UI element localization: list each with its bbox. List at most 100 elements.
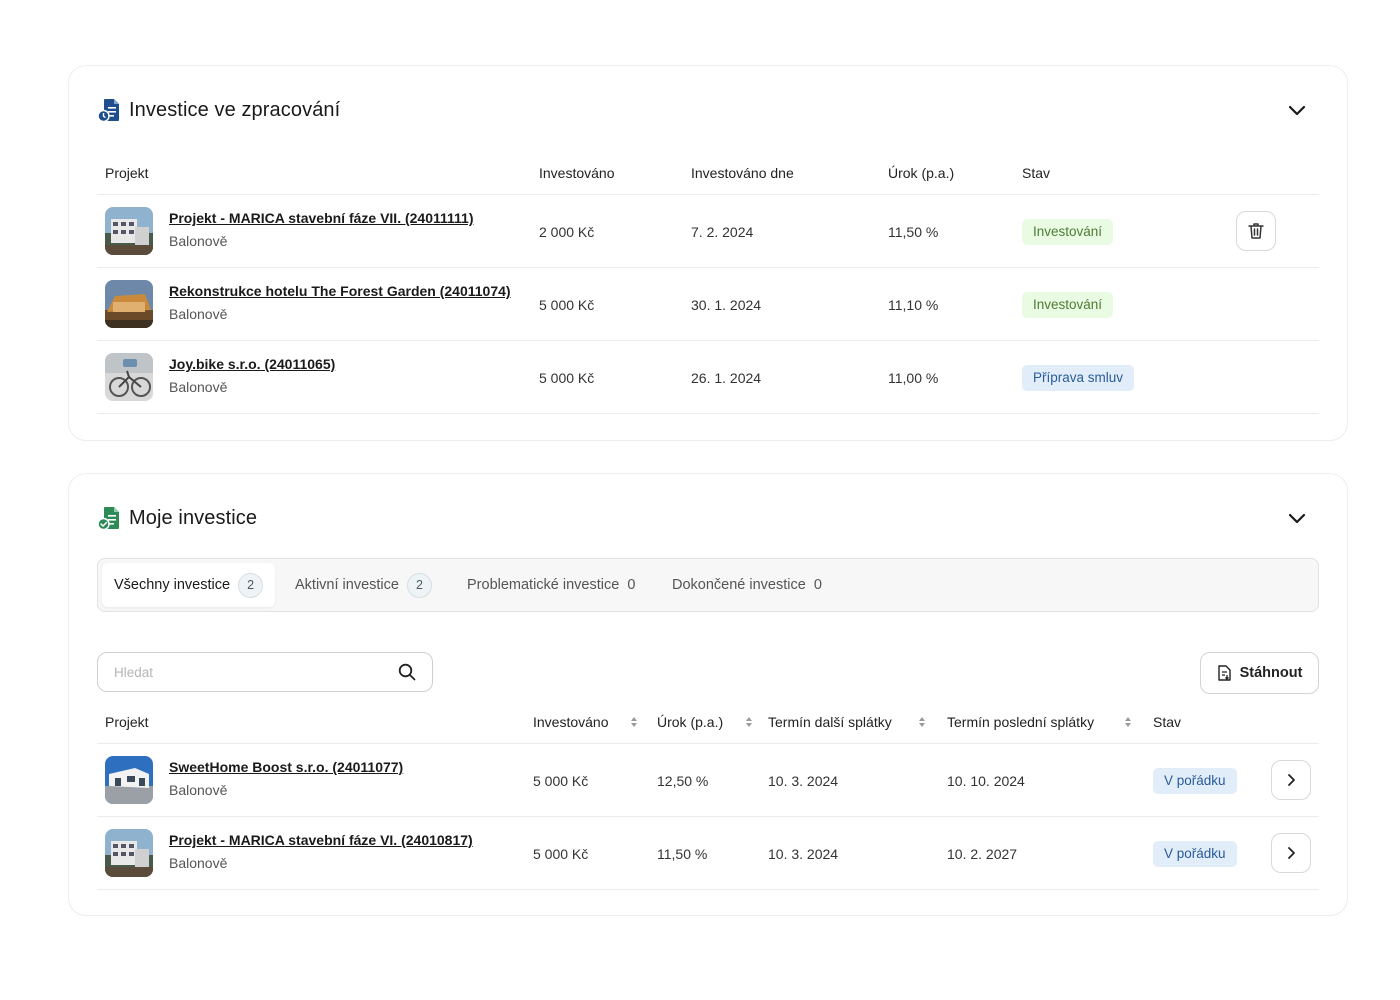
status-badge: V pořádku: [1153, 767, 1237, 794]
investment-tabs: Všechny investice 2 Aktivní investice 2 …: [97, 558, 1319, 612]
project-type: Balonově: [169, 306, 228, 322]
delete-button[interactable]: [1236, 211, 1276, 251]
tab-count-badge: 2: [238, 572, 264, 598]
document-clock-icon: [97, 99, 119, 123]
interest-rate: 12,50 %: [657, 772, 709, 789]
col-invested-date: Investováno dne: [691, 165, 794, 181]
project-thumbnail: [105, 353, 153, 401]
project-link[interactable]: SweetHome Boost s.r.o. (24011077): [169, 759, 403, 775]
col-status: Stav: [1153, 714, 1182, 730]
col-project: Projekt: [105, 165, 149, 181]
detail-button[interactable]: [1271, 833, 1311, 873]
project-link[interactable]: Joy.bike s.r.o. (24011065): [169, 356, 335, 372]
chevron-down-icon[interactable]: [1285, 506, 1309, 530]
status-badge: V pořádku: [1153, 840, 1237, 867]
col-invested: Investováno: [539, 165, 615, 181]
tab-completed-investments[interactable]: Dokončené investice 0: [672, 563, 822, 607]
table-row: Projekt - MARICA stavební fáze VI. (2401…: [97, 817, 1319, 890]
invested-amount: 5 000 Kč: [533, 772, 589, 789]
chevron-down-icon[interactable]: [1285, 98, 1309, 122]
col-label: Investováno: [533, 714, 609, 730]
tab-label: Všechny investice: [114, 577, 231, 593]
col-next-payment[interactable]: Termín další splátky: [768, 700, 926, 744]
tab-all-investments[interactable]: Všechny investice 2: [102, 563, 276, 607]
project-thumbnail: [105, 756, 153, 804]
tab-count: 0: [813, 577, 822, 593]
download-button[interactable]: Stáhnout: [1200, 652, 1319, 694]
my-investments-table: Projekt Investováno Úrok (p.a.) Termín d…: [97, 700, 1319, 890]
col-rate[interactable]: Úrok (p.a.): [657, 700, 753, 744]
my-investments-card: Moje investice Všechny investice 2 Aktiv…: [68, 473, 1348, 916]
project-type: Balonově: [169, 379, 228, 395]
status-badge: Příprava smluv: [1022, 364, 1135, 391]
invested-amount: 5 000 Kč: [539, 296, 595, 313]
invested-amount: 5 000 Kč: [533, 845, 589, 862]
tab-active-investments[interactable]: Aktivní investice 2: [295, 563, 432, 607]
project-link[interactable]: Rekonstrukce hotelu The Forest Garden (2…: [169, 283, 511, 299]
tab-label: Problematické investice: [467, 577, 620, 593]
interest-rate: 11,50 %: [888, 223, 939, 240]
project-link[interactable]: Projekt - MARICA stavební fáze VI. (2401…: [169, 832, 473, 848]
search-input[interactable]: [114, 653, 384, 691]
col-label: Termín další splátky: [768, 714, 892, 730]
project-type: Balonově: [169, 233, 228, 249]
next-payment-date: 10. 3. 2024: [768, 845, 839, 862]
processing-title: Investice ve zpracování: [129, 98, 341, 121]
chevron-right-icon: [1288, 847, 1295, 859]
project-thumbnail: [105, 207, 153, 255]
next-payment-date: 10. 3. 2024: [768, 772, 839, 789]
invested-date: 26. 1. 2024: [691, 369, 762, 386]
table-row: Projekt - MARICA stavební fáze VII. (240…: [97, 195, 1319, 268]
col-label: Úrok (p.a.): [657, 714, 724, 730]
my-investments-title: Moje investice: [129, 506, 258, 529]
interest-rate: 11,10 %: [888, 296, 939, 313]
col-last-payment[interactable]: Termín poslední splátky: [947, 700, 1132, 744]
project-thumbnail: [105, 829, 153, 877]
table-row: SweetHome Boost s.r.o. (24011077) Balono…: [97, 744, 1319, 817]
last-payment-date: 10. 10. 2024: [947, 772, 1025, 789]
table-row: Rekonstrukce hotelu The Forest Garden (2…: [97, 268, 1319, 341]
tab-label: Aktivní investice: [295, 577, 399, 593]
tab-problematic-investments[interactable]: Problematické investice 0: [467, 563, 635, 607]
status-badge: Investování: [1022, 291, 1114, 318]
trash-icon: [1248, 223, 1264, 239]
col-project: Projekt: [105, 714, 149, 730]
sort-icon[interactable]: [745, 716, 753, 728]
sort-icon[interactable]: [1124, 716, 1132, 728]
project-thumbnail: [105, 280, 153, 328]
chevron-right-icon: [1288, 774, 1295, 786]
interest-rate: 11,50 %: [657, 845, 708, 862]
sort-icon[interactable]: [630, 716, 638, 728]
processing-investments-card: Investice ve zpracování Projekt Investov…: [68, 65, 1348, 441]
invested-amount: 2 000 Kč: [539, 223, 595, 240]
download-label: Stáhnout: [1239, 665, 1303, 681]
project-type: Balonově: [169, 782, 228, 798]
document-check-icon: [97, 507, 119, 531]
table-header: Projekt Investováno Investováno dne Úrok…: [97, 151, 1319, 195]
status-badge: Investování: [1022, 218, 1114, 245]
table-header: Projekt Investováno Úrok (p.a.) Termín d…: [97, 700, 1319, 744]
project-link[interactable]: Projekt - MARICA stavební fáze VII. (240…: [169, 210, 474, 226]
processing-header: Investice ve zpracování: [97, 94, 1319, 126]
table-row: Joy.bike s.r.o. (24011065) Balonově 5 00…: [97, 341, 1319, 414]
sort-icon[interactable]: [918, 716, 926, 728]
col-label: Termín poslední splátky: [947, 714, 1095, 730]
detail-button[interactable]: [1271, 760, 1311, 800]
invested-amount: 5 000 Kč: [539, 369, 595, 386]
project-type: Balonově: [169, 855, 228, 871]
tab-count-badge: 2: [406, 572, 432, 598]
processing-table: Projekt Investováno Investováno dne Úrok…: [97, 151, 1319, 414]
tab-count: 0: [627, 577, 636, 593]
tab-label: Dokončené investice: [672, 577, 806, 593]
col-status: Stav: [1022, 165, 1051, 181]
last-payment-date: 10. 2. 2027: [947, 845, 1018, 862]
search-icon[interactable]: [398, 663, 416, 681]
search-box: [97, 652, 433, 692]
col-invested[interactable]: Investováno: [533, 700, 638, 744]
invested-date: 30. 1. 2024: [691, 296, 762, 313]
interest-rate: 11,00 %: [888, 369, 939, 386]
col-rate: Úrok (p.a.): [888, 165, 955, 181]
my-investments-header: Moje investice: [97, 502, 1319, 534]
document-download-icon: [1217, 665, 1231, 681]
invested-date: 7. 2. 2024: [691, 223, 754, 240]
